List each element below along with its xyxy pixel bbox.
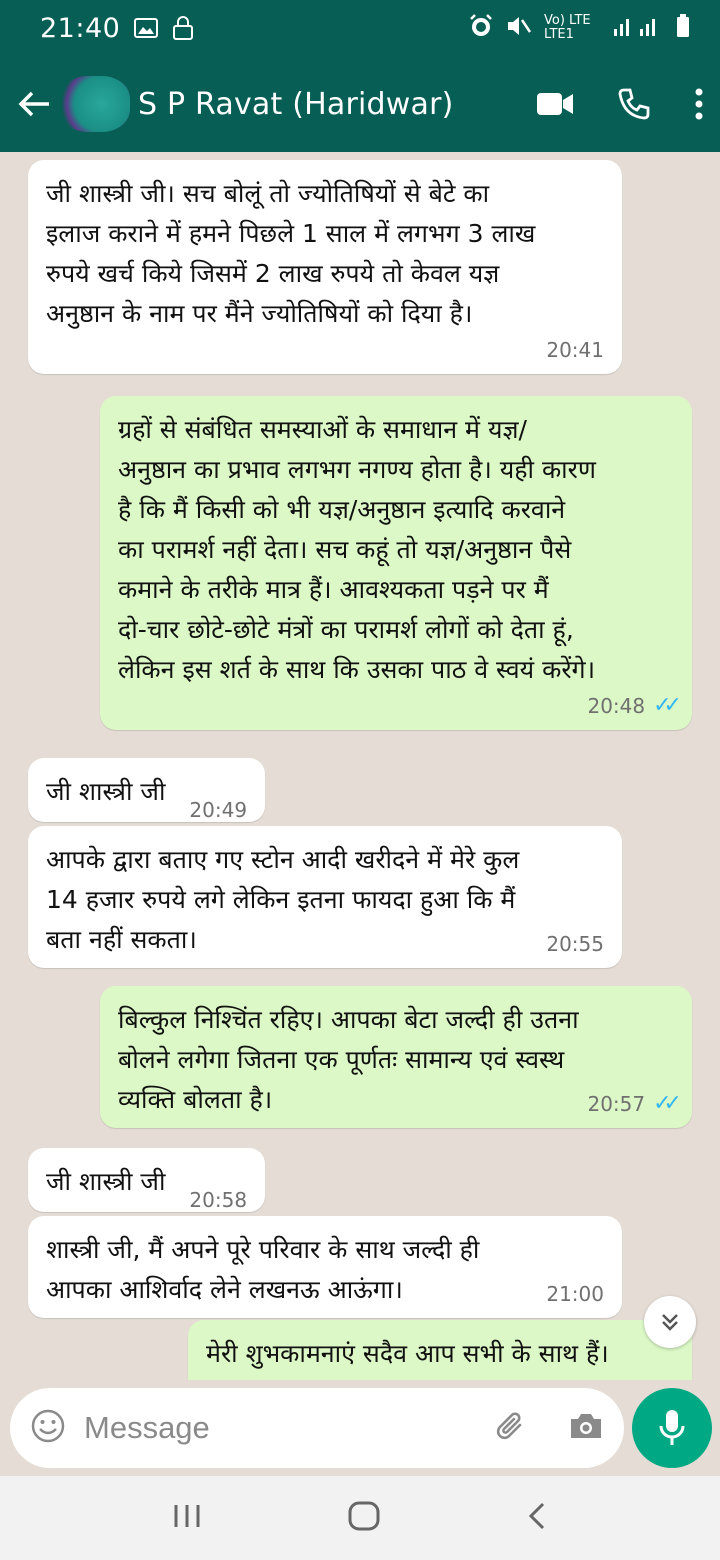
message-text: मेरी शुभकामनाएं सदैव आप सभी के साथ हैं। (206, 1339, 609, 1368)
message-bubble[interactable]: ग्रहों से संबंधित समस्याओं के समाधान में… (100, 396, 692, 730)
more-vertical-icon[interactable] (694, 88, 704, 120)
video-camera-icon[interactable] (536, 91, 574, 117)
message-bubble[interactable]: मेरी शुभकामनाएं सदैव आप सभी के साथ हैं। (188, 1320, 692, 1380)
message-bubble[interactable]: जी शास्त्री जी। सच बोलूं तो ज्योतिषियों … (28, 160, 622, 374)
status-bar: 21:40 Vo) LTE LTE1 (0, 0, 720, 56)
message-text: जी शास्त्री जी। सच बोलूं तो ज्योतिषियों … (46, 179, 536, 328)
message-meta: 20:49 (189, 796, 247, 824)
message-time: 20:58 (189, 1188, 248, 1212)
input-actions (494, 1409, 604, 1447)
avatar[interactable] (60, 76, 130, 132)
signal-icon (612, 15, 664, 42)
arrow-left-icon[interactable] (14, 84, 54, 124)
recent-apps-icon[interactable] (172, 1503, 202, 1533)
message-meta: 20:58 (189, 1186, 247, 1214)
lock-icon (172, 16, 194, 40)
camera-icon[interactable] (568, 1411, 604, 1445)
message-bubble[interactable]: जी शास्त्री जी 20:58 (28, 1148, 266, 1214)
message-bubble[interactable]: जी शास्त्री जी 20:49 (28, 758, 266, 824)
chat-area[interactable]: जी शास्त्री जी। सच बोलूं तो ज्योतिषियों … (0, 152, 720, 1380)
header-actions (536, 88, 704, 120)
message-time: 20:55 (546, 932, 604, 956)
emoji-icon[interactable] (30, 1408, 66, 1448)
message-bubble[interactable]: बिल्कुल निश्चिंत रहिए। आपका बेटा जल्दी ह… (100, 986, 692, 1128)
message-meta: 20:41 (46, 336, 604, 364)
battery-icon (676, 13, 690, 43)
message-time: 20:57 (587, 1092, 646, 1116)
alarm-icon (468, 13, 494, 44)
gallery-notification-icon (134, 18, 159, 38)
message-time: 21:00 (546, 1282, 604, 1306)
message-time: 20:41 (546, 338, 604, 362)
message-text: जी शास्त्री जी (46, 777, 166, 806)
network-label: Vo) LTE LTE1 (544, 13, 591, 42)
back-nav-icon[interactable] (526, 1501, 548, 1535)
double-check-icon: ✓✓ (653, 693, 682, 718)
status-right: Vo) LTE LTE1 (468, 13, 690, 44)
mute-icon (506, 14, 532, 43)
message-bubble[interactable]: शास्त्री जी, मैं अपने पूरे परिवार के साथ… (28, 1216, 622, 1318)
message-text: ग्रहों से संबंधित समस्याओं के समाधान में… (118, 415, 596, 684)
system-navigation-bar (0, 1476, 720, 1560)
double-chevron-down-icon[interactable] (644, 1296, 696, 1348)
contact-name[interactable]: S P Ravat (Haridwar) (138, 87, 454, 122)
message-meta: 20:48 ✓✓ (118, 692, 682, 720)
message-text: जी शास्त्री जी (46, 1167, 166, 1196)
app-bar: S P Ravat (Haridwar) (0, 56, 720, 152)
paperclip-icon[interactable] (494, 1409, 528, 1447)
phone-icon[interactable] (618, 88, 650, 120)
message-time: 20:49 (189, 798, 248, 822)
message-time: 20:48 (587, 694, 646, 718)
message-input-pill (10, 1388, 624, 1468)
microphone-icon[interactable] (632, 1388, 712, 1468)
status-time: 21:40 (40, 12, 121, 44)
home-icon[interactable] (347, 1501, 381, 1535)
chat-header: 21:40 Vo) LTE LTE1 S P Ravat (Haridwar) (0, 0, 720, 152)
double-check-icon: ✓✓ (653, 1091, 682, 1116)
composer (0, 1380, 720, 1476)
message-input[interactable] (84, 1410, 464, 1446)
message-bubble[interactable]: आपके द्वारा बताए गए स्टोन आदी खरीदने में… (28, 826, 622, 968)
